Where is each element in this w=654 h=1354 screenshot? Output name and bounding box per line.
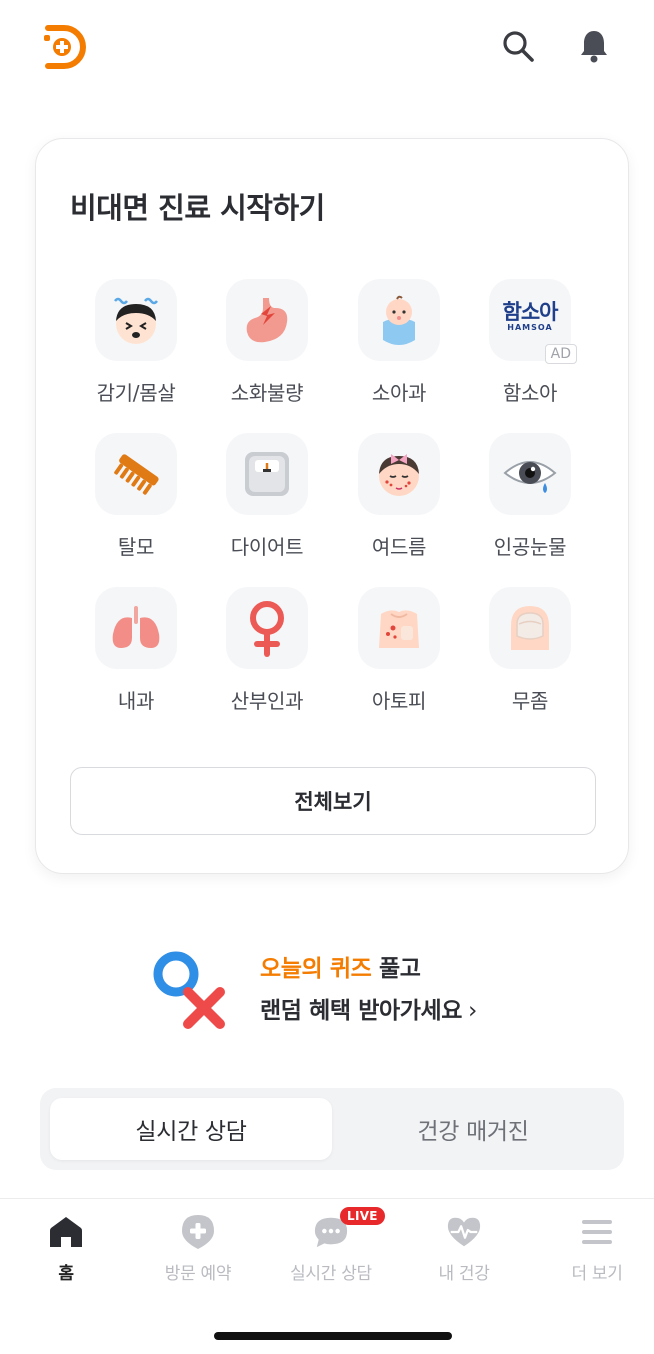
category-diet[interactable]: 다이어트 — [201, 433, 333, 573]
acne-face-icon — [379, 454, 419, 496]
category-label: 산부인과 — [230, 689, 304, 713]
notification-button[interactable] — [572, 24, 616, 68]
category-cold[interactable]: 감기/몸살 — [70, 279, 202, 419]
category-tile: 함소아 HAMSOA AD — [489, 279, 577, 364]
category-pediatrics[interactable]: 소아과 — [333, 279, 465, 419]
category-tile — [95, 279, 177, 361]
category-label: 다이어트 — [230, 535, 304, 559]
card-title: 비대면 진료 시작하기 — [70, 191, 325, 225]
category-internal[interactable]: 내과 — [70, 587, 202, 727]
view-all-button[interactable]: 전체보기 — [70, 767, 596, 835]
hamsoa-logo: 함소아 HAMSOA — [502, 300, 559, 332]
telemedicine-card: 비대면 진료 시작하기 감기/몸살 소화불량 소아과 함소아 HAMSOA AD… — [35, 138, 629, 874]
nav-label: 내 건강 — [438, 1264, 490, 1284]
category-hairloss[interactable]: 탈모 — [70, 433, 202, 573]
stomach-icon — [246, 298, 288, 343]
bell-icon — [581, 31, 607, 63]
toenail-icon — [511, 606, 549, 650]
ox-quiz-icon — [153, 951, 225, 1029]
skin-rash-icon — [379, 610, 419, 648]
quiz-line1: 풀고 — [371, 956, 421, 982]
home-indicator — [214, 1332, 452, 1340]
category-label: 내과 — [117, 689, 155, 713]
category-atopy[interactable]: 아토피 — [333, 587, 465, 727]
female-symbol-icon — [250, 601, 284, 657]
category-obgyn[interactable]: 산부인과 — [201, 587, 333, 727]
search-button[interactable] — [496, 24, 540, 68]
category-tile — [226, 587, 308, 669]
nav-home[interactable]: 홈 — [1, 1213, 131, 1293]
category-label: 여드름 — [371, 535, 427, 559]
app-logo[interactable] — [40, 22, 90, 72]
category-tile — [358, 433, 440, 515]
category-tile — [226, 433, 308, 515]
category-label: 소아과 — [371, 381, 427, 405]
eye-drop-icon — [503, 461, 557, 493]
category-label: 소화불량 — [230, 381, 304, 405]
category-label: 함소아 — [502, 381, 558, 405]
category-acne[interactable]: 여드름 — [333, 433, 465, 573]
ad-badge: AD — [544, 344, 577, 364]
nav-more[interactable]: 더 보기 — [532, 1213, 654, 1293]
tab-health-magazine[interactable]: 건강 매거진 — [332, 1098, 614, 1160]
quiz-highlight: 오늘의 퀴즈 — [260, 956, 372, 982]
content-segment-control: 실시간 상담 건강 매거진 — [40, 1088, 624, 1170]
category-tile — [489, 433, 571, 515]
nav-label: 홈 — [58, 1264, 74, 1284]
chevron-right-icon: › — [468, 998, 477, 1024]
category-label: 무좀 — [511, 689, 549, 713]
category-tile — [95, 433, 177, 515]
nav-label: 더 보기 — [571, 1264, 623, 1284]
category-tile — [358, 279, 440, 361]
hospital-plus-icon — [180, 1213, 216, 1251]
baby-icon — [383, 295, 415, 345]
quiz-text: 오늘의 퀴즈 풀고 랜덤 혜택 받아가세요 › — [260, 948, 477, 1032]
scale-icon — [245, 452, 289, 496]
home-icon — [48, 1213, 84, 1251]
category-tile — [226, 279, 308, 361]
tab-live-consult[interactable]: 실시간 상담 — [50, 1098, 332, 1160]
menu-icon — [579, 1213, 615, 1251]
nav-live-consult[interactable]: LIVE 실시간 상담 — [266, 1207, 396, 1293]
category-athletes-foot[interactable]: 무좀 — [464, 587, 596, 727]
category-label: 인공눈물 — [493, 535, 567, 559]
nav-label: 방문 예약 — [164, 1264, 232, 1284]
category-indigestion[interactable]: 소화불량 — [201, 279, 333, 419]
comb-icon — [114, 454, 159, 495]
category-hamsoa[interactable]: 함소아 HAMSOA AD 함소아 — [464, 279, 596, 419]
category-label: 탈모 — [117, 535, 155, 559]
nav-my-health[interactable]: 내 건강 — [399, 1213, 529, 1293]
nav-visit-booking[interactable]: 방문 예약 — [133, 1213, 263, 1293]
nav-label: 실시간 상담 — [290, 1264, 372, 1284]
category-label: 감기/몸살 — [96, 381, 176, 405]
category-tile — [358, 587, 440, 669]
quiz-banner[interactable]: 오늘의 퀴즈 풀고 랜덤 혜택 받아가세요 › — [150, 944, 530, 1034]
category-label: 아토피 — [371, 689, 427, 713]
top-bar — [0, 0, 654, 100]
category-eyedrops[interactable]: 인공눈물 — [464, 433, 596, 573]
lungs-icon — [112, 606, 160, 648]
category-tile — [489, 587, 571, 669]
bottom-navigation: 홈 방문 예약 LIVE 실시간 상담 내 건강 더 보기 — [0, 1198, 654, 1354]
cold-face-icon — [114, 297, 158, 344]
search-icon — [503, 31, 534, 62]
heart-pulse-icon — [446, 1213, 482, 1251]
live-badge: LIVE — [340, 1207, 385, 1225]
category-tile — [95, 587, 177, 669]
quiz-line2: 랜덤 혜택 받아가세요 — [260, 998, 463, 1024]
